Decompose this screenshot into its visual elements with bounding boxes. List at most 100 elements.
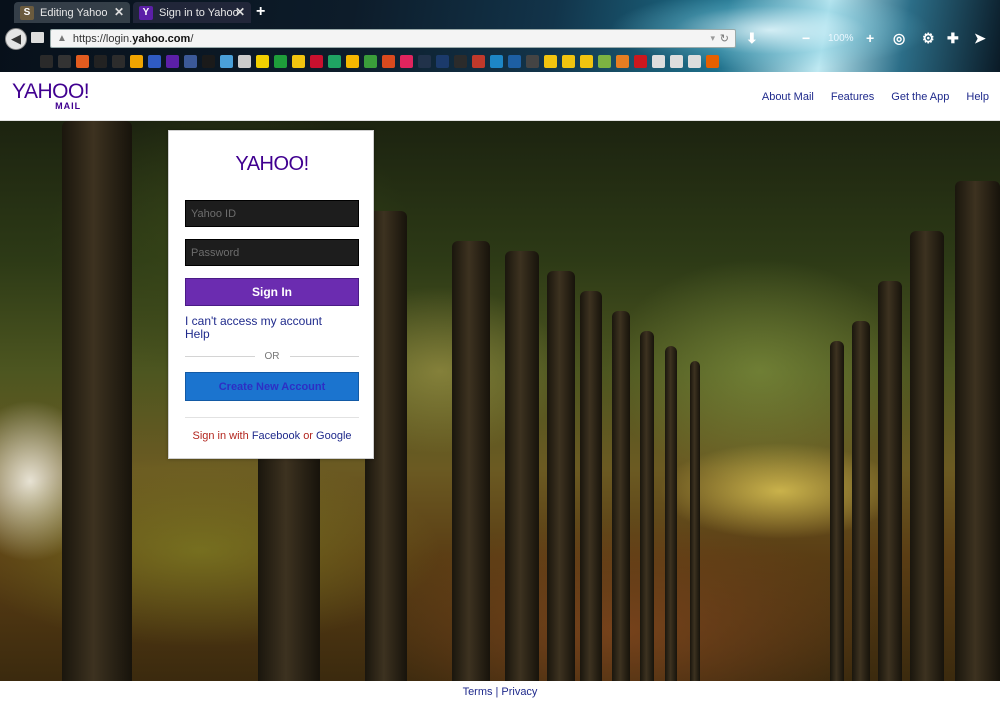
social-or: or (303, 430, 313, 442)
bookmark-icon[interactable] (94, 54, 107, 68)
bookmark-icon[interactable] (436, 54, 449, 68)
terms-link[interactable]: Terms (463, 686, 493, 698)
bookmark-icon[interactable] (256, 54, 269, 68)
reload-icon[interactable]: ↻ (720, 32, 729, 45)
bookmark-icon[interactable] (310, 54, 323, 68)
bookmark-icon[interactable] (40, 54, 53, 68)
bookmark-icon[interactable] (688, 54, 701, 68)
bookmark-icon[interactable] (706, 54, 719, 68)
back-button[interactable]: ◀ (5, 28, 27, 50)
social-prefix: Sign in with (192, 430, 249, 442)
dropdown-icon[interactable]: ▾ (710, 33, 715, 44)
download-icon[interactable]: ⬇ (746, 30, 758, 47)
sign-in-button[interactable]: Sign In (185, 278, 359, 306)
bookmark-icon[interactable] (400, 54, 413, 68)
bookmark-icon[interactable] (328, 54, 341, 68)
cant-access-account-link[interactable]: I can't access my account (185, 314, 322, 328)
bookmark-icon[interactable] (454, 54, 467, 68)
bookmark-icon[interactable] (274, 54, 287, 68)
bookmark-icon[interactable] (616, 54, 629, 68)
tree-trunk (452, 241, 490, 681)
site-header: YAHOO! MAIL About Mail Features Get the … (0, 72, 1000, 121)
google-link[interactable]: Google (316, 430, 351, 442)
nav-get-the-app[interactable]: Get the App (891, 91, 949, 103)
tree-trunk (830, 341, 844, 681)
bookmark-icon[interactable] (220, 54, 233, 68)
footer: Terms | Privacy (0, 681, 1000, 707)
tree-trunk (665, 346, 677, 681)
bookmark-icon[interactable] (670, 54, 683, 68)
tree-trunk (878, 281, 902, 681)
bookmark-icon[interactable] (202, 54, 215, 68)
or-label: OR (264, 351, 280, 362)
forest-path (0, 431, 1000, 681)
help-link[interactable]: Help (185, 327, 210, 341)
tree-trunk (640, 331, 654, 681)
bookmark-icon[interactable] (382, 54, 395, 68)
bookmark-icon[interactable] (490, 54, 503, 68)
background-forest-image (0, 121, 1000, 681)
tab-overview-icon[interactable] (31, 32, 44, 43)
tab-label: Editing Yahoo (40, 6, 108, 19)
nav-help[interactable]: Help (966, 91, 989, 103)
gear-icon[interactable]: ⚙ (922, 30, 935, 47)
bookmark-icon[interactable] (364, 54, 377, 68)
back-arrow-icon: ◀ (11, 31, 21, 46)
bookmark-icon[interactable] (112, 54, 125, 68)
bookmark-icon[interactable] (130, 54, 143, 68)
warning-icon: ▲ (57, 33, 67, 44)
yahoo-id-field[interactable] (185, 200, 359, 227)
bookmark-icon[interactable] (76, 54, 89, 68)
bookmark-icon[interactable] (562, 54, 575, 68)
privacy-link[interactable]: Privacy (501, 686, 537, 698)
tree-trunk (852, 321, 870, 681)
password-field[interactable] (185, 239, 359, 266)
address-bar[interactable]: ▲ https://login. yahoo.com / ▾ ↻ (50, 29, 736, 48)
bookmark-icon[interactable] (634, 54, 647, 68)
yahoo-mail-logo[interactable]: YAHOO! MAIL (12, 81, 90, 112)
bookmark-icon[interactable] (238, 54, 251, 68)
bookmark-icon[interactable] (292, 54, 305, 68)
tree-trunk (612, 311, 630, 681)
navigation-row: ◀ ▲ https://login. yahoo.com / ▾ ↻ ⬇ − 100… (0, 26, 1000, 50)
menu-icon[interactable]: ➤ (974, 30, 986, 47)
create-new-account-button[interactable]: Create New Account (185, 372, 359, 401)
bookmark-icon[interactable] (148, 54, 161, 68)
new-tab-button[interactable]: + (256, 3, 265, 21)
close-tab-icon[interactable]: ✕ (114, 5, 124, 19)
bookmark-icon[interactable] (580, 54, 593, 68)
bookmark-icon[interactable] (346, 54, 359, 68)
bookmark-icon[interactable] (598, 54, 611, 68)
bookmark-icon[interactable] (526, 54, 539, 68)
nav-about-mail[interactable]: About Mail (762, 91, 814, 103)
zoom-level: 100% (828, 33, 854, 44)
tab-sign-in-yahoo[interactable]: Y Sign in to Yahoo ✕ (133, 2, 251, 23)
zoom-out-icon[interactable]: − (802, 30, 810, 46)
nav-features[interactable]: Features (831, 91, 874, 103)
footer-separator: | (495, 686, 499, 698)
bookmark-icon[interactable] (166, 54, 179, 68)
bookmark-icon[interactable] (544, 54, 557, 68)
yahoo-favicon-icon: Y (139, 5, 153, 20)
card-divider (185, 417, 359, 418)
bookmark-icon[interactable] (508, 54, 521, 68)
zoom-reset-icon[interactable]: ◎ (893, 30, 905, 47)
extension-icon[interactable]: ✚ (947, 30, 959, 47)
bookmark-icon[interactable] (652, 54, 665, 68)
bookmark-icon[interactable] (184, 54, 197, 68)
bookmarks-bar (40, 52, 719, 70)
bookmark-icon[interactable] (418, 54, 431, 68)
tree-trunk (547, 271, 575, 681)
tree-trunk (580, 291, 602, 681)
tab-editing-yahoo[interactable]: S Editing Yahoo ✕ (14, 2, 130, 23)
yahoo-logo: YAHOO! (235, 153, 309, 175)
top-nav: About Mail Features Get the App Help (762, 91, 989, 103)
url-prefix: https://login. (72, 32, 133, 45)
zoom-in-icon[interactable]: + (866, 30, 874, 46)
facebook-link[interactable]: Facebook (252, 430, 300, 442)
close-tab-icon[interactable]: ✕ (235, 5, 245, 19)
or-divider: OR (185, 350, 359, 363)
tree-trunk (690, 361, 700, 681)
bookmark-icon[interactable] (472, 54, 485, 68)
bookmark-icon[interactable] (58, 54, 71, 68)
